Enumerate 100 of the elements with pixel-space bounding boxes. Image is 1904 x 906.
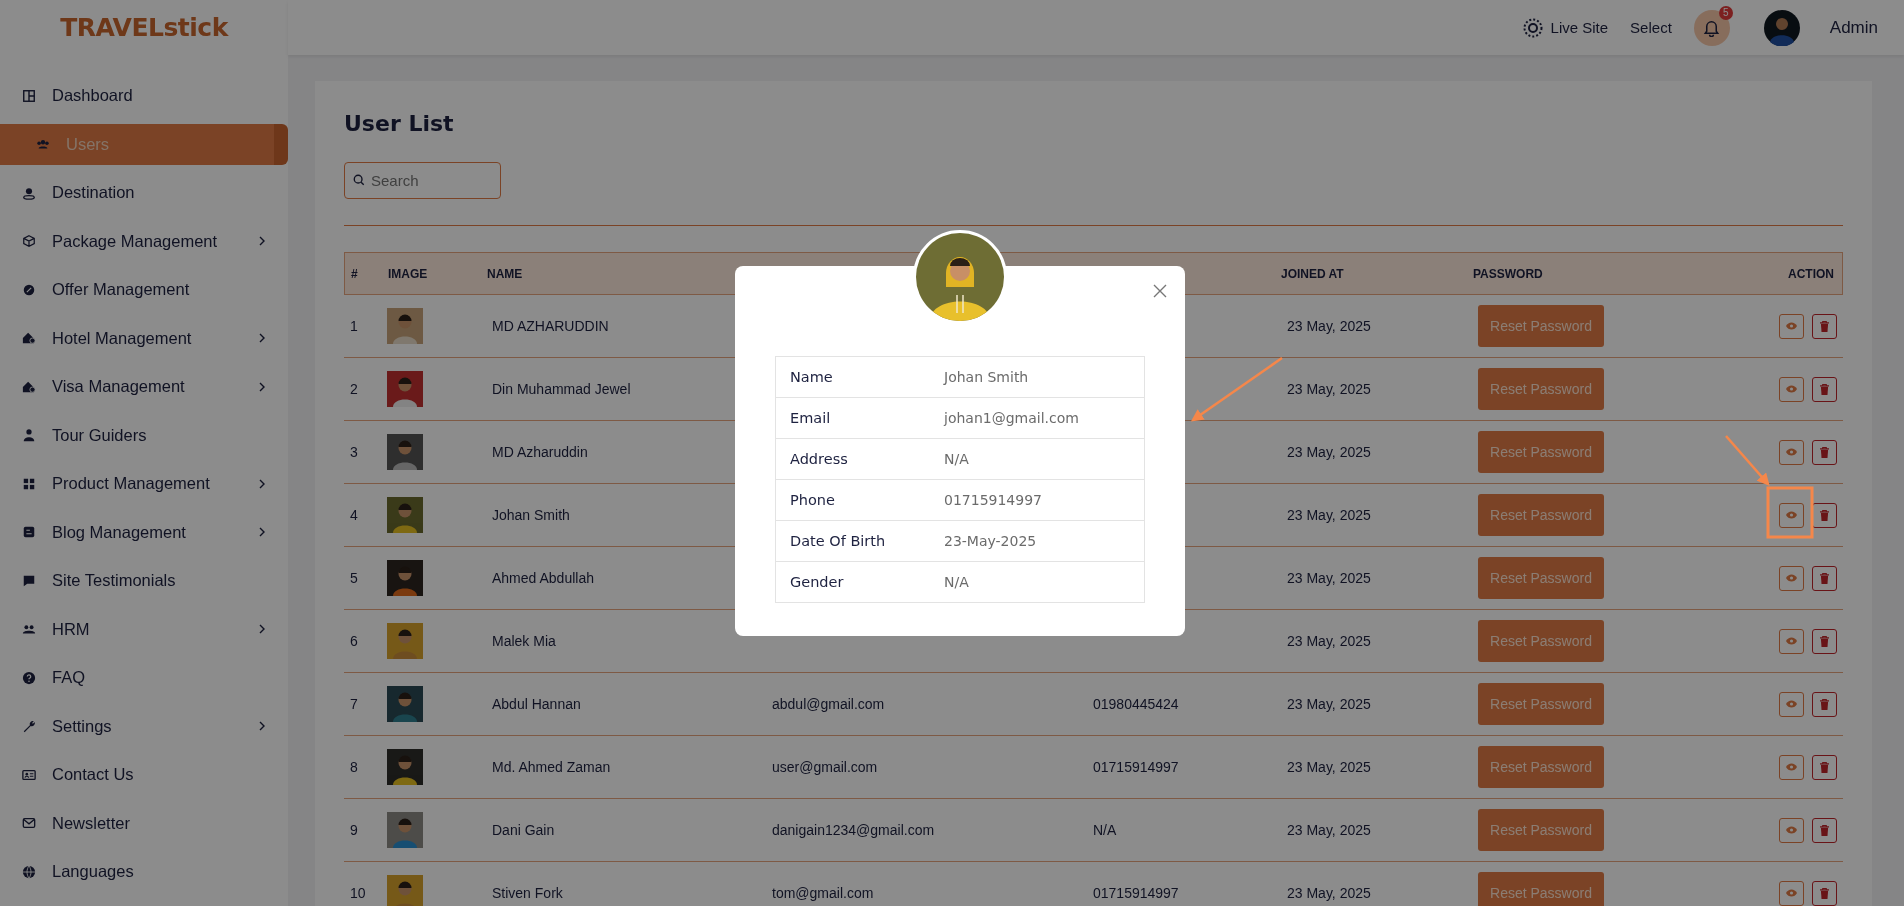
page-title: User List: [344, 111, 455, 136]
view-button[interactable]: [1779, 439, 1804, 465]
settings-icon[interactable]: [1522, 17, 1543, 38]
sidebar-item[interactable]: Blog Management: [0, 511, 288, 553]
trash-icon: [1820, 635, 1829, 647]
table-cell-text: danigain1234@gmail.com: [772, 822, 936, 838]
table-cell-text: Dani Gain: [491, 822, 556, 838]
view-button[interactable]: [1779, 628, 1804, 654]
trash-icon: [1820, 887, 1829, 899]
house-icon: [22, 379, 36, 394]
table-cell-text: 23 May, 2025: [1286, 570, 1372, 586]
sidebar-item[interactable]: Offer Management: [0, 269, 288, 310]
eye-icon: [1786, 574, 1797, 582]
sidebar-item[interactable]: FAQ: [0, 657, 288, 698]
detail-value: 01715914997: [944, 492, 1043, 508]
delete-button[interactable]: [1812, 817, 1837, 843]
sidebar-item[interactable]: Languages: [0, 851, 288, 892]
table-cell-text: 23 May, 2025: [1286, 507, 1372, 523]
view-button[interactable]: [1779, 880, 1804, 906]
sidebar-item[interactable]: Tour Guiders: [0, 414, 288, 456]
view-button[interactable]: [1779, 691, 1804, 717]
column-header: PASSWORD: [1473, 266, 1544, 281]
live-site-link[interactable]: Live Site: [1550, 19, 1609, 36]
person-icon: [22, 428, 36, 442]
view-button[interactable]: [1779, 817, 1804, 843]
table-cell-text: N/A: [1093, 822, 1118, 838]
column-header: #: [350, 266, 359, 281]
table-cell-text: Md. Ahmed Zaman: [491, 759, 612, 775]
sidebar-item[interactable]: Product Management: [0, 463, 288, 504]
sidebar-item[interactable]: HRM: [0, 608, 288, 650]
table-cell-text: 7: [349, 696, 359, 712]
table-cell-text: 3: [349, 444, 359, 460]
sidebar-item[interactable]: Contact Us: [0, 754, 288, 795]
detail-label: Email: [789, 410, 832, 426]
eye-icon: [1786, 448, 1797, 456]
table-cell-text: 23 May, 2025: [1286, 759, 1372, 775]
trash-icon: [1820, 761, 1829, 773]
table-cell-text: Johan Smith: [491, 507, 571, 523]
view-button[interactable]: [1779, 376, 1804, 402]
globe-icon: [22, 864, 36, 879]
view-button[interactable]: [1779, 502, 1804, 528]
table-cell-text: MD AZHARUDDIN: [491, 318, 610, 334]
view-button[interactable]: [1779, 565, 1804, 591]
delete-button[interactable]: [1812, 565, 1837, 591]
table-cell-text: 01715914997: [1093, 885, 1180, 901]
detail-value: N/A: [944, 574, 970, 590]
select-dropdown[interactable]: Select: [1630, 19, 1672, 36]
logo[interactable]: TRAVELstick: [60, 13, 228, 42]
delete-button[interactable]: [1812, 754, 1837, 780]
search-icon: [353, 174, 365, 186]
table-cell-text: Malek Mia: [491, 633, 557, 649]
annotation-arrow: [1725, 435, 1770, 486]
table-cell-text: 23 May, 2025: [1286, 885, 1372, 901]
sidebar-item[interactable]: Hotel Management: [0, 317, 288, 359]
table-cell-text: Abdul Hannan: [491, 696, 582, 712]
delete-button[interactable]: [1812, 691, 1837, 717]
sidebar-item[interactable]: Destination: [0, 172, 288, 213]
notification-badge: 5: [1718, 5, 1733, 20]
close-icon[interactable]: [1153, 284, 1167, 298]
delete-button[interactable]: [1812, 313, 1837, 339]
column-header: ACTION: [1788, 266, 1835, 281]
detail-value: johan1@gmail.com: [944, 410, 1080, 426]
sidebar-item[interactable]: Package Management: [0, 220, 288, 262]
detail-label: Address: [789, 451, 849, 467]
table-cell-text: 23 May, 2025: [1286, 444, 1372, 460]
search-field[interactable]: Search: [344, 162, 501, 199]
eye-icon: [1786, 322, 1797, 330]
table-cell-text: 23 May, 2025: [1286, 822, 1372, 838]
view-button[interactable]: [1779, 313, 1804, 339]
table-cell-text: MD Azharuddin: [491, 444, 589, 460]
table-cell-text: 01980445424: [1093, 696, 1180, 712]
sidebar-item[interactable]: Site Testimonials: [0, 560, 288, 601]
delete-button[interactable]: [1812, 439, 1837, 465]
sidebar-item[interactable]: Visa Management: [0, 366, 288, 407]
delete-button[interactable]: [1812, 628, 1837, 654]
table-cell-text: 10: [349, 885, 367, 901]
sidebar-item[interactable]: Settings: [0, 705, 288, 747]
eye-icon: [1786, 763, 1797, 771]
detail-value: 23-May-2025: [944, 533, 1038, 549]
wrench-icon: [22, 719, 36, 733]
eye-icon: [1786, 889, 1797, 897]
trash-icon: [1820, 320, 1829, 332]
trash-icon: [1820, 446, 1829, 458]
delete-button[interactable]: [1812, 880, 1837, 906]
notification-button[interactable]: 5: [1693, 9, 1730, 46]
sidebar-item[interactable]: Newsletter: [0, 802, 288, 844]
grid-icon: [22, 476, 36, 491]
delete-button[interactable]: [1812, 376, 1837, 402]
table-cell-text: abdul@gmail.com: [772, 696, 886, 712]
sidebar-item[interactable]: Dashboard: [0, 75, 288, 116]
table-cell-text: Din Muhammad Jewel: [491, 381, 632, 397]
user-name[interactable]: Admin: [1829, 17, 1878, 38]
bell-icon: [1702, 18, 1722, 37]
column-header: NAME: [487, 266, 524, 281]
delete-button[interactable]: [1812, 502, 1837, 528]
detail-value: N/A: [944, 451, 970, 467]
table-cell-text: 9: [349, 822, 359, 838]
view-button[interactable]: [1779, 754, 1804, 780]
table-cell-text: 23 May, 2025: [1286, 318, 1372, 334]
highlight-frame: [1766, 486, 1814, 539]
